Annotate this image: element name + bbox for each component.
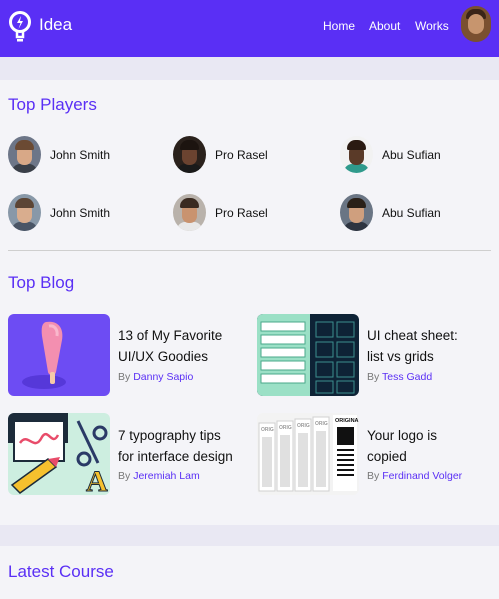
player-name: Pro Rasel — [215, 206, 268, 220]
blog-author-link[interactable]: Jeremiah Lam — [133, 470, 200, 482]
blog-image-typography[interactable]: A — [8, 413, 110, 495]
brand-name[interactable]: Idea — [39, 15, 72, 35]
lightbulb-logo-icon[interactable] — [8, 10, 32, 46]
nav-about-link[interactable]: About — [369, 19, 400, 33]
blog-byline: By Tess Gadd — [367, 371, 432, 383]
player-name: John Smith — [50, 148, 111, 162]
player-avatar — [173, 194, 206, 231]
blog-title-line: UI cheat sheet: — [367, 328, 458, 343]
nav-works-link[interactable]: Works — [415, 19, 449, 33]
player-name: John Smith — [50, 206, 111, 220]
blog-title-line: Your logo is — [367, 428, 438, 443]
player-name: Abu Sufian — [382, 148, 441, 162]
blog-byline: By Danny Sapio — [118, 371, 193, 383]
blog-title-line: list vs grids — [367, 349, 434, 364]
top-blog-heading: Top Blog — [8, 273, 75, 292]
byline-prefix: By — [367, 371, 380, 383]
user-avatar[interactable] — [461, 6, 491, 42]
svg-text:ORIG: ORIG — [261, 427, 274, 433]
blog-title-line: copied — [367, 449, 407, 464]
byline-prefix: By — [118, 470, 131, 482]
blog-title[interactable]: 7 typography tips for interface design — [118, 425, 233, 467]
typography-letter: A — [86, 465, 108, 495]
player-avatar — [340, 136, 373, 173]
player-avatar — [173, 136, 206, 173]
byline-prefix: By — [118, 371, 131, 383]
blog-byline: By Jeremiah Lam — [118, 470, 200, 482]
blog-author-link[interactable]: Ferdinand Volger — [382, 470, 462, 482]
latest-course-heading: Latest Course — [8, 562, 114, 581]
svg-text:ORIG: ORIG — [297, 423, 310, 429]
nav-home-link[interactable]: Home — [323, 19, 355, 33]
top-navbar: Idea Home About Works — [0, 0, 499, 57]
top-players-heading: Top Players — [8, 95, 97, 114]
blog-title[interactable]: UI cheat sheet: list vs grids — [367, 325, 458, 367]
blog-image-copied-logo[interactable]: ORIG ORIG ORIG ORIG ORIGINA — [257, 413, 359, 495]
blog-image-popsicle[interactable] — [8, 314, 110, 396]
svg-text:ORIG: ORIG — [315, 421, 328, 427]
player-name: Pro Rasel — [215, 148, 268, 162]
svg-text:ORIG: ORIG — [279, 425, 292, 431]
blog-title-line: UI/UX Goodies — [118, 349, 209, 364]
player-avatar — [8, 136, 41, 173]
player-avatar — [340, 194, 373, 231]
blog-title-line: 7 typography tips — [118, 428, 221, 443]
section-divider — [8, 250, 491, 251]
blog-author-link[interactable]: Tess Gadd — [382, 371, 432, 383]
original-logo-word: ORIGINA — [335, 418, 359, 424]
byline-prefix: By — [367, 470, 380, 482]
blog-title[interactable]: 13 of My Favorite UI/UX Goodies — [118, 325, 222, 367]
blog-title-line: 13 of My Favorite — [118, 328, 223, 343]
blog-byline: By Ferdinand Volger — [367, 470, 462, 482]
blog-image-list-vs-grid[interactable] — [257, 314, 359, 396]
player-avatar — [8, 194, 41, 231]
avatar-face — [468, 14, 484, 34]
blog-author-link[interactable]: Danny Sapio — [133, 371, 193, 383]
player-name: Abu Sufian — [382, 206, 441, 220]
blog-title[interactable]: Your logo is copied — [367, 425, 437, 467]
blog-title-line: for interface design — [118, 449, 233, 464]
